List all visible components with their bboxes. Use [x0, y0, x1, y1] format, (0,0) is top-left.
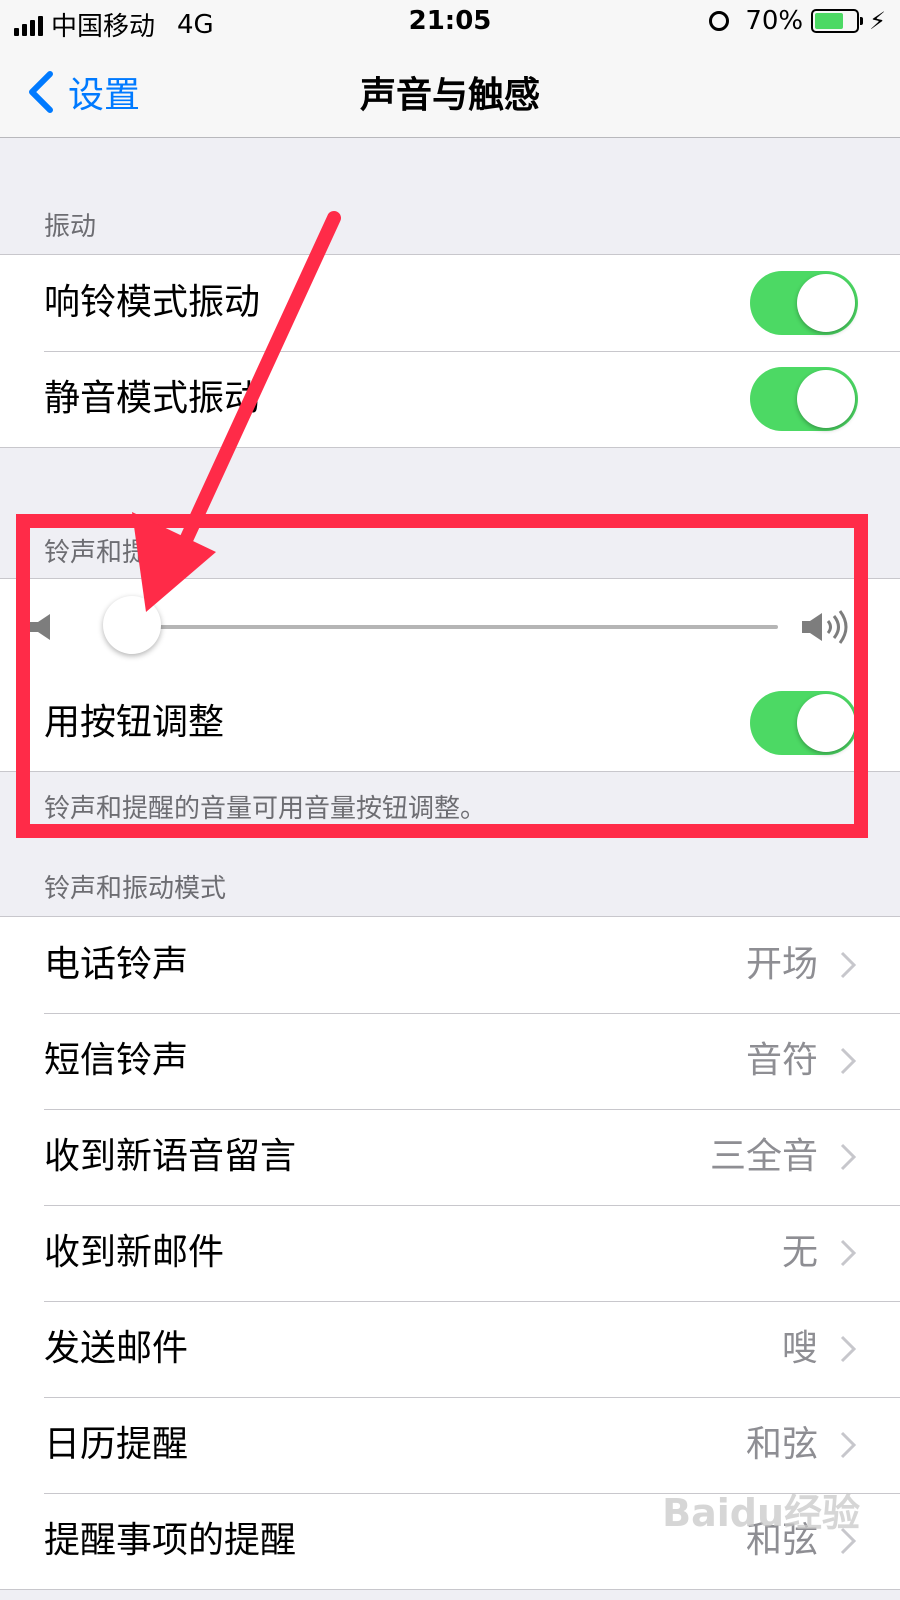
volume-slider-track[interactable] — [132, 625, 778, 629]
volume-high-icon — [802, 610, 848, 644]
cell-value: 嗖 — [781, 1328, 818, 1369]
watermark-logo: Baidu经验 — [662, 1491, 860, 1535]
navigation-bar: 设置 声音与触感 — [0, 44, 900, 138]
cell-value: 音符 — [745, 1040, 818, 1081]
volume-slider-thumb[interactable] — [103, 596, 161, 654]
volume-low-icon — [30, 614, 50, 640]
alarm-icon — [709, 11, 730, 31]
cell-label: 电话铃声 — [44, 944, 189, 985]
cell-value: 开场 — [745, 944, 818, 985]
page-title: 声音与触感 — [359, 75, 540, 116]
chevron-right-icon — [840, 1239, 856, 1267]
status-right: 70% ⚡ — [709, 6, 886, 36]
cell-ringtone[interactable]: 电话铃声 开场 — [0, 917, 900, 1013]
cell-label: 发送邮件 — [44, 1328, 189, 1369]
cell-adjust-with-buttons: 用按钮调整 — [0, 675, 900, 771]
battery-percent: 70% — [745, 6, 804, 36]
ring-vibrate-toggle[interactable] — [750, 271, 858, 335]
cell-label: 用按钮调整 — [44, 702, 225, 743]
volume-slider-cell — [0, 579, 900, 675]
chevron-right-icon — [840, 1143, 856, 1171]
cell-new-mail[interactable]: 收到新邮件 无 — [0, 1205, 900, 1301]
cell-new-voicemail[interactable]: 收到新语音留言 三全音 — [0, 1109, 900, 1205]
chevron-right-icon — [840, 1335, 856, 1363]
cell-value: 三全音 — [709, 1136, 818, 1177]
silent-vibrate-toggle[interactable] — [750, 367, 858, 431]
adjust-with-buttons-toggle[interactable] — [750, 691, 858, 755]
status-bar: 中国移动 4G 21:05 70% ⚡ — [0, 0, 900, 44]
vibration-group: 响铃模式振动 静音模式振动 — [0, 254, 900, 448]
cell-label: 日历提醒 — [44, 1424, 189, 1465]
cell-calendar-alerts[interactable]: 日历提醒 和弦 — [0, 1397, 900, 1493]
cell-value: 和弦 — [745, 1424, 818, 1465]
cell-label: 响铃模式振动 — [44, 282, 261, 323]
chevron-right-icon — [840, 951, 856, 979]
cell-label: 静音模式振动 — [44, 378, 261, 419]
cell-label: 提醒事项的提醒 — [44, 1520, 297, 1561]
section-header-vibration: 振动 — [44, 212, 97, 242]
battery-icon — [811, 9, 864, 33]
cell-value: 无 — [781, 1232, 818, 1273]
chevron-right-icon — [840, 1047, 856, 1075]
chevron-right-icon — [840, 1431, 856, 1459]
section-header-patterns: 铃声和振动模式 — [44, 874, 227, 904]
cell-label: 收到新邮件 — [44, 1232, 225, 1273]
cell-silent-vibrate: 静音模式振动 — [0, 351, 900, 447]
cell-sent-mail[interactable]: 发送邮件 嗖 — [0, 1301, 900, 1397]
charging-bolt-icon: ⚡ — [869, 7, 886, 35]
ringer-group: 用按钮调整 — [0, 578, 900, 772]
cell-ring-vibrate: 响铃模式振动 — [0, 255, 900, 351]
ringer-footer-text: 铃声和提醒的音量可用音量按钮调整。 — [44, 794, 487, 824]
cell-text-tone[interactable]: 短信铃声 音符 — [0, 1013, 900, 1109]
cell-label: 收到新语音留言 — [44, 1136, 297, 1177]
cell-label: 短信铃声 — [44, 1040, 189, 1081]
section-header-ringer: 铃声和提醒 — [44, 538, 175, 568]
